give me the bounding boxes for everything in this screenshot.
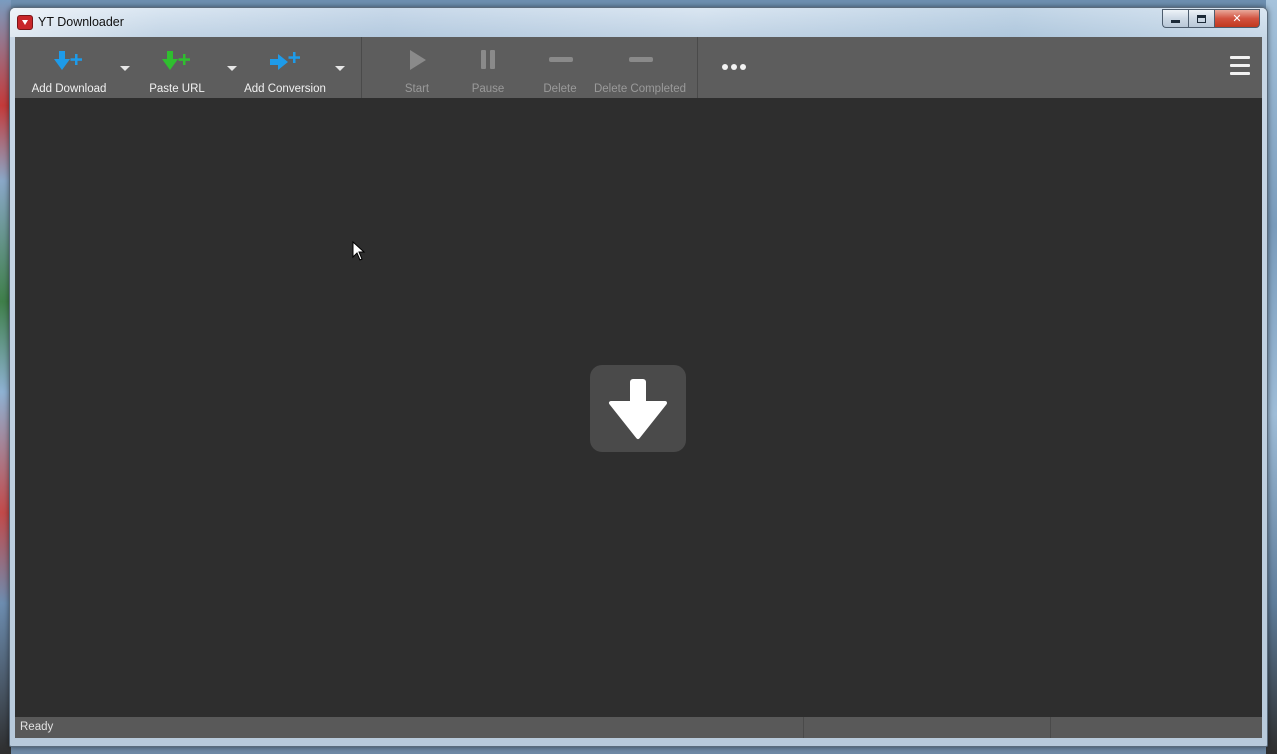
- close-icon: ✕: [1232, 13, 1242, 25]
- start-button[interactable]: Start: [387, 37, 447, 98]
- add-download-label: Add Download: [31, 83, 107, 95]
- app-logo-icon: [17, 15, 33, 30]
- add-download-dropdown-icon[interactable]: [120, 66, 130, 71]
- paste-url-button[interactable]: Paste URL: [137, 37, 217, 98]
- close-button[interactable]: ✕: [1214, 9, 1260, 28]
- delete-completed-label: Delete Completed: [593, 83, 687, 95]
- play-icon: [410, 50, 426, 70]
- minimize-icon: [1171, 20, 1180, 23]
- main-menu-button[interactable]: [1223, 37, 1257, 98]
- paste-url-label: Paste URL: [149, 83, 205, 95]
- more-button[interactable]: [715, 37, 755, 98]
- status-bar: Ready: [15, 717, 1262, 738]
- paste-url-dropdown-icon[interactable]: [227, 66, 237, 71]
- add-download-button[interactable]: Add Download: [21, 37, 117, 98]
- minus-icon: [629, 57, 653, 62]
- toolbar-separator: [361, 37, 362, 98]
- download-placeholder-logo: [590, 365, 686, 452]
- toolbar-separator: [697, 37, 698, 98]
- window-controls: ✕: [1162, 9, 1260, 28]
- app-window: YT Downloader ✕ Add Download Paste URL A…: [9, 7, 1268, 747]
- delete-label: Delete: [543, 83, 577, 95]
- pause-label: Pause: [471, 83, 505, 95]
- convert-add-icon: [270, 52, 300, 70]
- pause-icon: [481, 50, 495, 69]
- status-separator: [1050, 717, 1051, 738]
- mouse-cursor-icon: [352, 241, 366, 261]
- maximize-icon: [1197, 14, 1206, 23]
- paste-add-icon: [162, 51, 190, 70]
- pause-button[interactable]: Pause: [458, 37, 518, 98]
- add-conversion-button[interactable]: Add Conversion: [241, 37, 329, 98]
- minus-icon: [549, 57, 573, 62]
- delete-completed-button[interactable]: Delete Completed: [593, 37, 687, 98]
- title-bar[interactable]: YT Downloader ✕: [10, 8, 1267, 37]
- status-separator: [803, 717, 804, 738]
- window-title: YT Downloader: [38, 15, 124, 29]
- toolbar: Add Download Paste URL Add Conversion St…: [15, 37, 1262, 98]
- add-conversion-dropdown-icon[interactable]: [335, 66, 345, 71]
- downloads-area[interactable]: [15, 98, 1262, 717]
- status-text: Ready: [20, 721, 54, 733]
- start-label: Start: [404, 83, 430, 95]
- delete-button[interactable]: Delete: [530, 37, 590, 98]
- add-conversion-label: Add Conversion: [244, 83, 326, 95]
- minimize-button[interactable]: [1162, 9, 1188, 28]
- download-arrow-icon: [609, 379, 667, 439]
- hamburger-menu-icon: [1230, 56, 1250, 75]
- more-dots-icon: [722, 64, 746, 70]
- download-add-icon: [54, 51, 82, 70]
- maximize-button[interactable]: [1188, 9, 1214, 28]
